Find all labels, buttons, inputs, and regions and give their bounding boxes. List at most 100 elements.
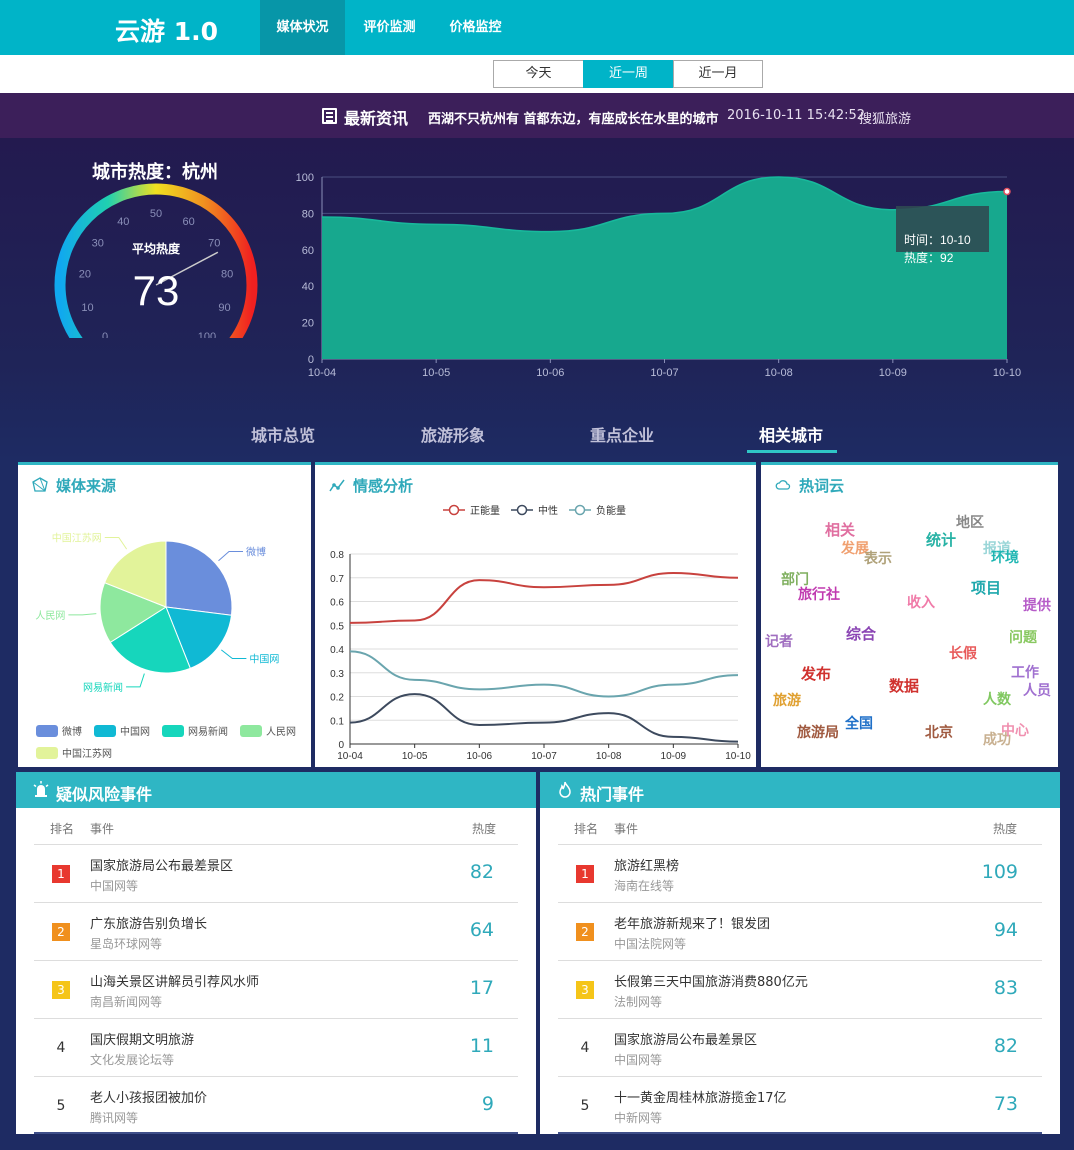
gauge-tick-label: 80 [221,269,233,281]
y-tick-label: 60 [302,245,314,257]
table-row[interactable]: 2 广东旅游告别负增长 星岛环球网等 64 [34,902,518,960]
gauge-tick-label: 30 [92,238,104,250]
cloud-word[interactable]: 问题 [1009,627,1037,647]
table-row[interactable]: 1 国家旅游局公布最差景区 中国网等 82 [34,844,518,902]
event-source: 中国网等 [90,879,139,893]
y-tick-label: 0 [308,354,314,366]
heat-value: 11 [469,1035,494,1057]
table-row[interactable]: 4 国庆假期文明旅游 文化发展论坛等 11 [34,1018,518,1076]
cloud-word[interactable]: 收入 [907,592,935,612]
y-tick-label: 40 [302,281,314,293]
event-title[interactable]: 国家旅游局公布最差景区 [90,855,233,874]
legend-label[interactable]: 负能量 [596,504,626,517]
area-point-10-10[interactable] [1003,187,1011,196]
time-tab-month[interactable]: 近一月 [673,60,763,88]
cloud-word[interactable]: 提供 [1023,595,1051,615]
y-tick-label: 20 [302,318,314,330]
cloud-word[interactable]: 地区 [956,512,984,532]
event-title[interactable]: 十一黄金周桂林旅游揽金17亿 [614,1087,787,1106]
legend-label[interactable]: 正能量 [470,504,500,517]
x-tick-label: 10-09 [661,751,687,762]
event-source: 中国法院网等 [614,937,687,951]
cloud-word[interactable]: 发布 [801,663,831,684]
legend-label[interactable]: 微博 [62,725,82,738]
legend-label[interactable]: 网易新闻 [188,725,228,738]
legend-label[interactable]: 中国网 [120,725,150,738]
x-tick-label: 10-08 [765,367,793,379]
event-title[interactable]: 老人小孩报团被加价 [90,1087,207,1106]
cloud-word[interactable]: 综合 [846,623,876,644]
nav-price-monitor[interactable]: 价格监控 [433,0,518,55]
tab-key-enterprises[interactable]: 重点企业 [590,422,654,446]
legend-label[interactable]: 人民网 [266,726,296,738]
table-row[interactable]: 1 旅游红黑榜 海南在线等 109 [558,844,1042,902]
event-source: 南昌新闻网等 [90,995,163,1009]
active-tab-indicator [747,450,837,453]
time-tab-today[interactable]: 今天 [493,60,584,88]
cloud-word[interactable]: 表示 [864,548,892,568]
gauge-tick-label: 0 [102,331,108,338]
cloud-word[interactable]: 环境 [991,547,1019,567]
cloud-word[interactable]: 旅游局 [797,722,839,742]
cloud-word[interactable]: 统计 [926,529,956,550]
pie-label-line [126,673,145,688]
cloud-word[interactable]: 全国 [845,713,873,733]
pie-label: 网易新闻 [83,681,123,694]
news-title: 最新资讯 [344,109,409,128]
line-series[interactable] [349,571,739,624]
cloud-word[interactable]: 数据 [889,675,919,696]
table-row[interactable]: 5 老人小孩报团被加价 腾讯网等 9 [34,1076,518,1134]
event-source: 腾讯网等 [90,1111,139,1125]
cloud-word[interactable]: 人数 [983,689,1011,709]
legend-label[interactable]: 中性 [538,504,558,517]
table-row[interactable]: 4 国家旅游局公布最差景区 中国网等 82 [558,1018,1042,1076]
legend-label[interactable]: 中国江苏网 [62,747,112,760]
nav-review-monitor[interactable]: 评价监测 [347,0,432,55]
nav-media-status[interactable]: 媒体状况 [260,0,345,55]
tab-tourism-image[interactable]: 旅游形象 [421,422,485,446]
event-title[interactable]: 广东旅游告别负增长 [90,913,207,932]
cloud-word[interactable]: 中心 [1001,720,1029,740]
heat-gauge: 0 10 20 30 40 50 60 70 80 90 100 平均热度 73 [54,183,258,338]
heat-value: 9 [481,1093,494,1115]
table-row[interactable]: 2 老年旅游新规来了！银发团 中国法院网等 94 [558,902,1042,960]
tab-city-overview[interactable]: 城市总览 [251,422,315,446]
event-title[interactable]: 老年旅游新规来了！银发团 [614,913,770,932]
line-series[interactable] [349,650,739,698]
cloud-word[interactable]: 旅游 [773,690,801,710]
time-tab-week[interactable]: 近一周 [583,60,674,88]
tab-related-cities[interactable]: 相关城市 [759,422,823,446]
cloud-word[interactable]: 旅行社 [798,584,840,604]
pie-slice[interactable] [165,540,233,616]
time-range-bar: 今天 近一周 近一月 [0,55,1074,93]
y-tick-label: 0.4 [330,645,344,656]
cloud-word[interactable]: 相关 [825,519,855,540]
event-title[interactable]: 国家旅游局公布最差景区 [614,1029,757,1048]
hot-events-title: 热门事件 [580,785,645,804]
event-title[interactable]: 国庆假期文明旅游 [90,1029,194,1048]
pie-label-line [104,537,128,550]
pie-label: 中国江苏网 [52,532,102,545]
pie-label-line [221,649,247,659]
cloud-word[interactable]: 工作 [1011,662,1039,682]
cloud-word[interactable]: 长假 [949,643,977,663]
heat-value: 17 [469,977,494,999]
cloud-word[interactable]: 记者 [765,631,793,651]
cloud-word[interactable]: 人员 [1023,680,1051,700]
table-row[interactable]: 3 山海关景区讲解员引荐风水师 南昌新闻网等 17 [34,960,518,1018]
event-title[interactable]: 山海关景区讲解员引荐风水师 [90,971,259,990]
gauge-tick-label: 50 [150,208,162,220]
risk-events-panel: 疑似风险事件 排名 事件 热度 1 国家旅游局公布最差景区 中国网等 82 2 广东旅游告… [16,772,536,1134]
flame-icon [559,781,571,798]
table-row[interactable]: 5 十一黄金周桂林旅游揽金17亿 中新网等 73 [558,1076,1042,1134]
line-series[interactable] [349,693,739,743]
col-heat: 热度 [472,822,497,836]
cloud-word[interactable]: 北京 [925,722,953,742]
news-headline[interactable]: 西湖不只杭州有 首都东边，有座成长在水里的城市 [428,108,719,127]
event-title[interactable]: 长假第三天中国旅游消费880亿元 [614,971,808,990]
event-title[interactable]: 旅游红黑榜 [614,855,679,874]
cloud-word[interactable]: 项目 [971,577,1001,598]
x-tick-label: 10-10 [725,751,751,762]
table-row[interactable]: 3 长假第三天中国旅游消费880亿元 法制网等 83 [558,960,1042,1018]
col-rank: 排名 [574,822,599,836]
